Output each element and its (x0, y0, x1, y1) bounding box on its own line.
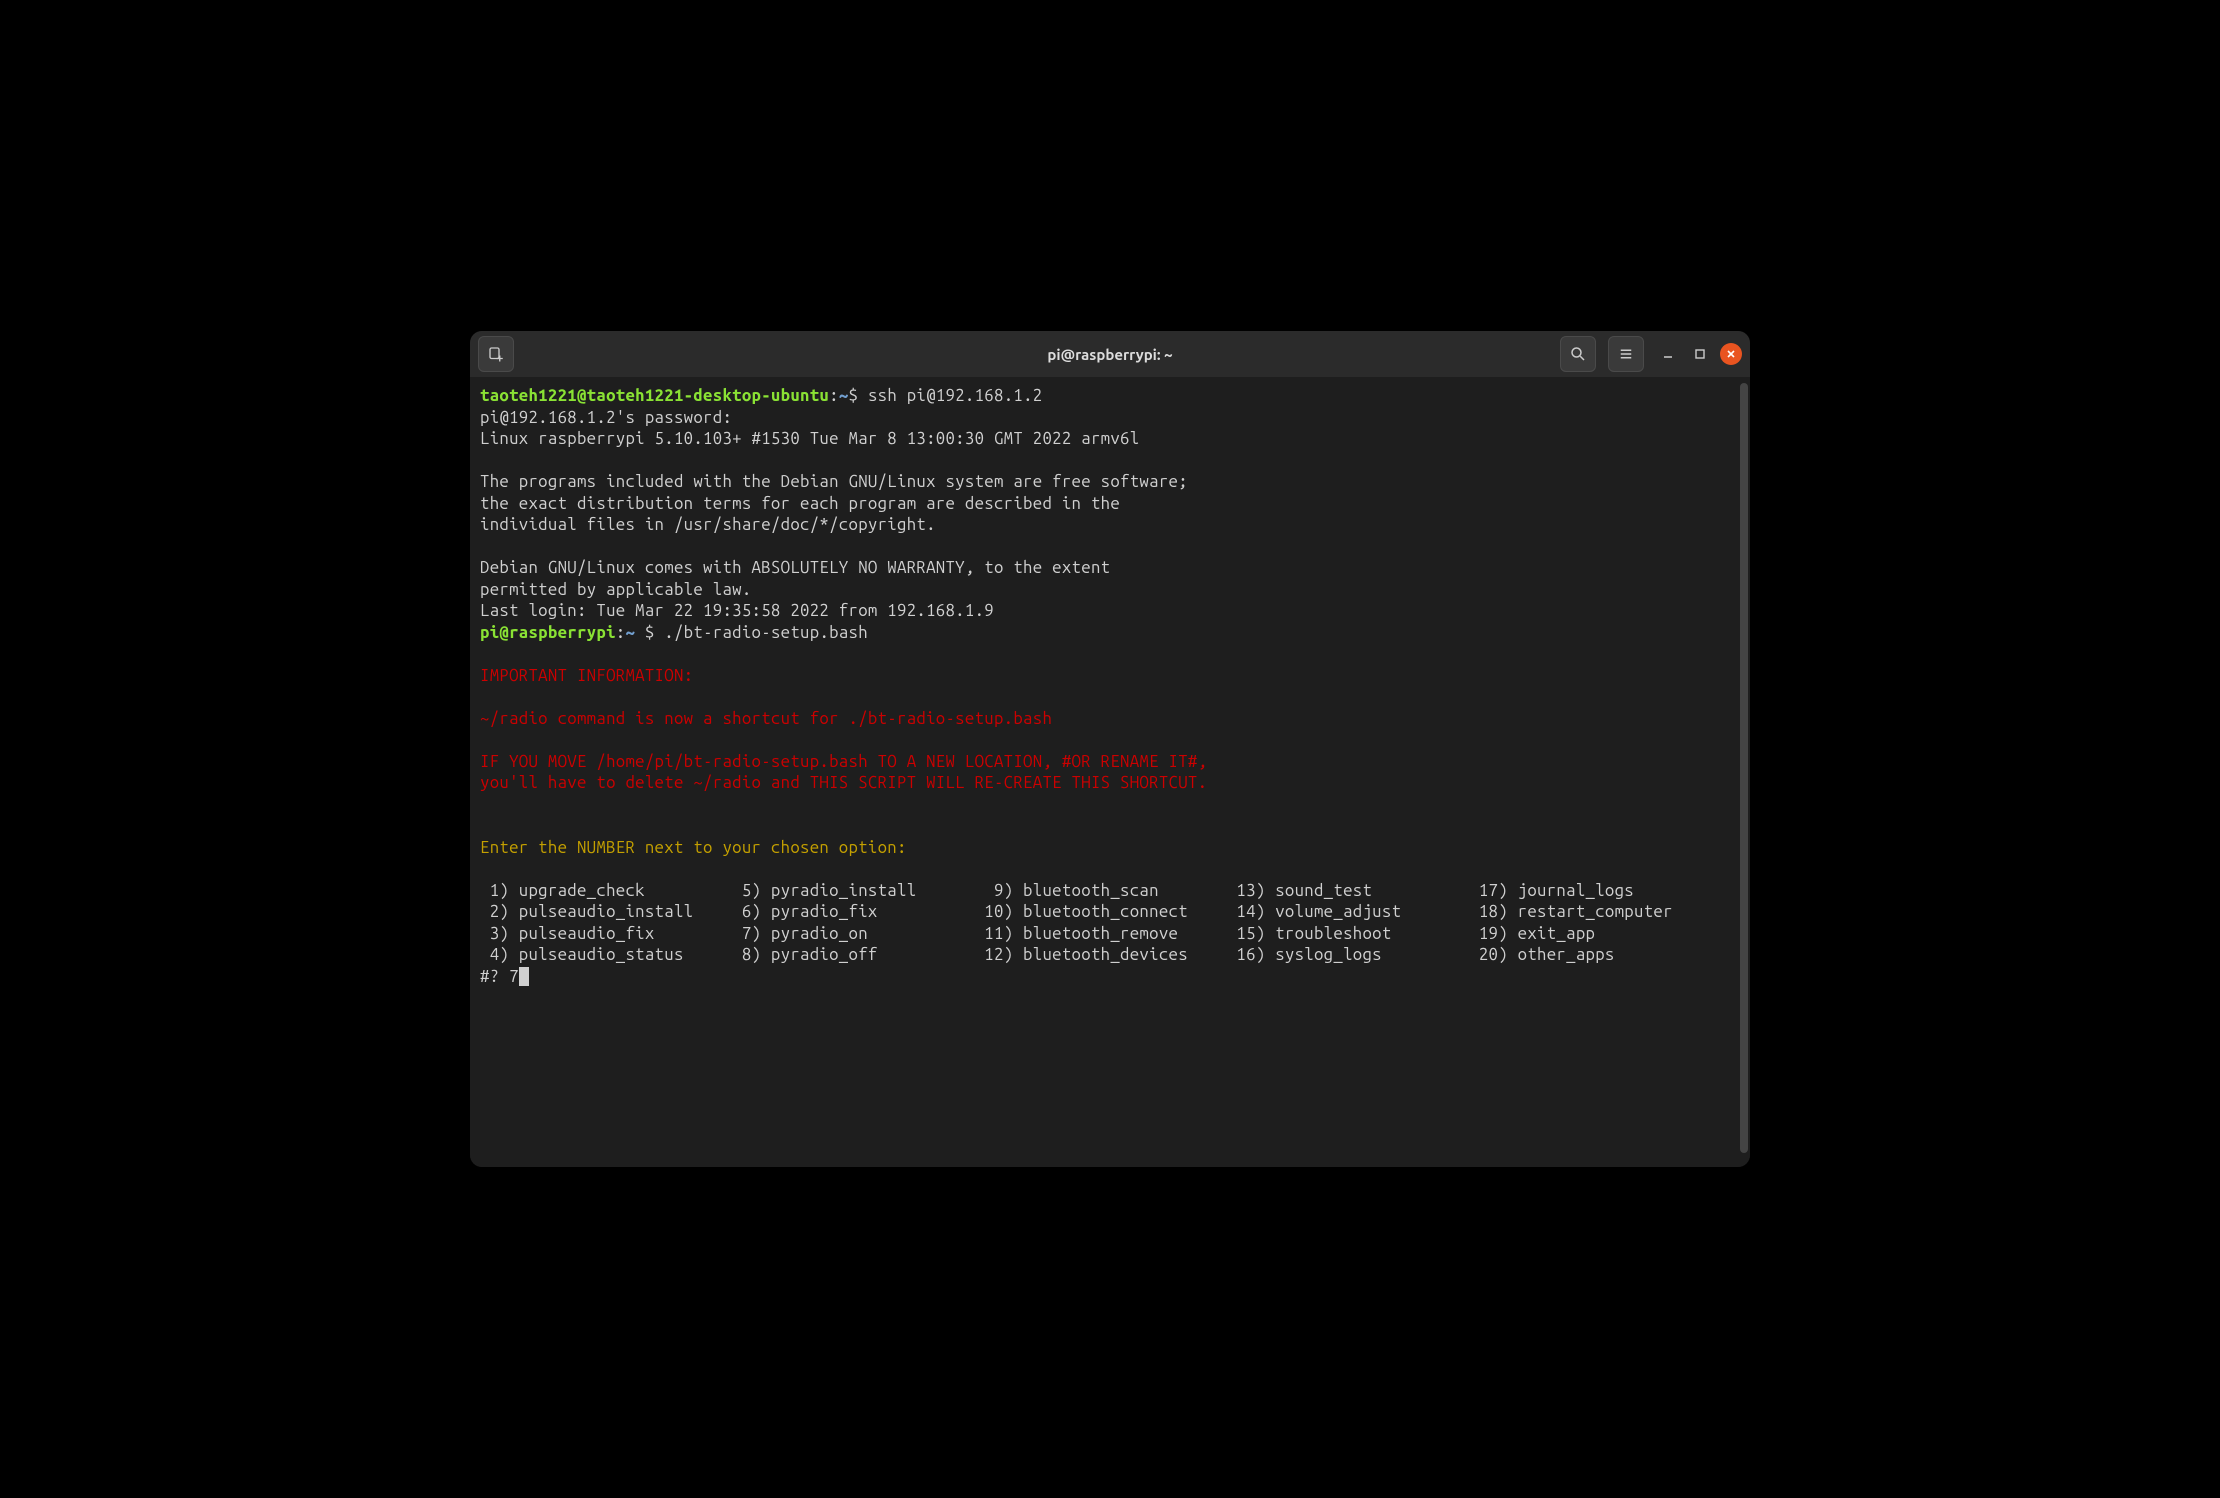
prompt-sep: : (616, 623, 626, 642)
script-command: ./bt-radio-setup.bash (664, 623, 868, 642)
prompt-userhost: taoteh1221@taoteh1221-desktop-ubuntu (480, 386, 829, 405)
input-value[interactable]: 7 (509, 967, 519, 986)
titlebar: pi@raspberrypi: ~ (470, 331, 1750, 377)
menu-row: 2) pulseaudio_install 6) pyradio_fix 10)… (480, 902, 1673, 921)
motd-line: the exact distribution terms for each pr… (480, 494, 1120, 513)
linux-version: Linux raspberrypi 5.10.103+ #1530 Tue Ma… (480, 429, 1139, 448)
cursor (519, 967, 529, 986)
maximize-button[interactable] (1688, 342, 1712, 366)
info-line: ~/radio command is now a shortcut for ./… (480, 709, 1052, 728)
close-icon (1725, 348, 1737, 360)
menu-row: 4) pulseaudio_status 8) pyradio_off 12) … (480, 945, 1615, 964)
search-icon (1569, 345, 1587, 363)
prompt-path: ~ (625, 623, 644, 642)
maximize-icon (1694, 348, 1706, 360)
minimize-button[interactable] (1656, 342, 1680, 366)
motd-line: The programs included with the Debian GN… (480, 472, 1188, 491)
prompt-userhost: pi@raspberrypi (480, 623, 616, 642)
close-button[interactable] (1720, 343, 1742, 365)
ssh-command: ssh pi@192.168.1.2 (868, 386, 1043, 405)
last-login: Last login: Tue Mar 22 19:35:58 2022 fro… (480, 601, 994, 620)
prompt-dollar: $ (849, 386, 859, 405)
menu-prompt: Enter the NUMBER next to your chosen opt… (480, 838, 907, 857)
menu-button[interactable] (1608, 336, 1644, 372)
menu-row: 3) pulseaudio_fix 7) pyradio_on 11) blue… (480, 924, 1595, 943)
titlebar-left (478, 336, 518, 372)
password-prompt: pi@192.168.1.2's password: (480, 408, 732, 427)
prompt-path: ~ (839, 386, 849, 405)
info-line: IF YOU MOVE /home/pi/bt-radio-setup.bash… (480, 752, 1207, 771)
minimize-icon (1662, 348, 1674, 360)
menu-row: 1) upgrade_check 5) pyradio_install 9) b… (480, 881, 1634, 900)
motd-line: Debian GNU/Linux comes with ABSOLUTELY N… (480, 558, 1110, 577)
titlebar-right (1560, 336, 1742, 372)
prompt-dollar: $ (645, 623, 655, 642)
hamburger-icon (1617, 345, 1635, 363)
scrollbar[interactable] (1740, 383, 1748, 1153)
info-header: IMPORTANT INFORMATION: (480, 666, 693, 685)
input-prompt: #? (480, 967, 509, 986)
search-button[interactable] (1560, 336, 1596, 372)
terminal-content[interactable]: taoteh1221@taoteh1221-desktop-ubuntu:~$ … (470, 377, 1750, 1167)
window-title: pi@raspberrypi: ~ (1047, 346, 1172, 363)
prompt-sep: : (829, 386, 839, 405)
motd-line: individual files in /usr/share/doc/*/cop… (480, 515, 936, 534)
info-line: you'll have to delete ~/radio and THIS S… (480, 773, 1207, 792)
terminal-window: pi@raspberrypi: ~ (470, 331, 1750, 1167)
new-tab-button[interactable] (478, 336, 514, 372)
motd-line: permitted by applicable law. (480, 580, 752, 599)
new-tab-icon (487, 345, 505, 363)
